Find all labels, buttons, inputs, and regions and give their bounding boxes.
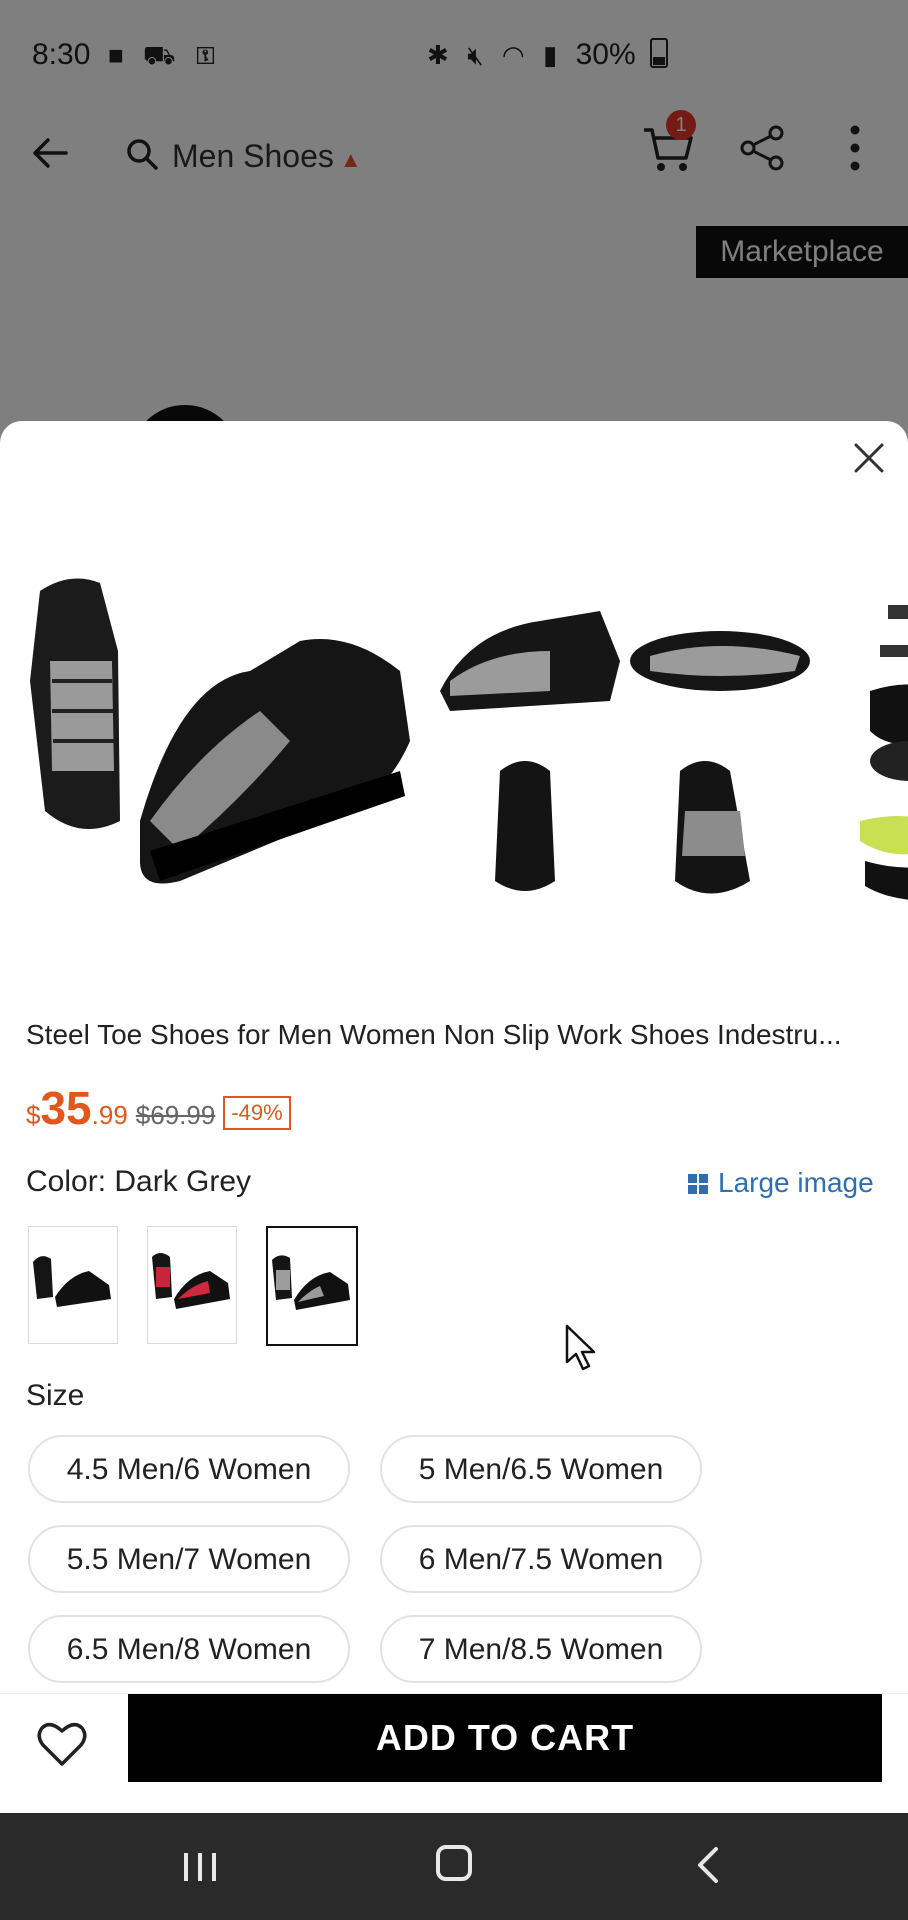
color-swatch-red[interactable] (147, 1226, 237, 1344)
swatch-image-dark-grey (272, 1255, 350, 1310)
size-option[interactable]: 7 Men/8.5 Women (380, 1615, 702, 1683)
nav-back-icon[interactable] (690, 1845, 726, 1885)
size-option[interactable]: 5.5 Men/7 Women (28, 1525, 350, 1593)
price-whole: 35 (40, 1082, 92, 1134)
mouse-cursor-icon (565, 1324, 596, 1371)
product-image-angles[interactable] (430, 521, 850, 941)
recent-apps-icon[interactable] (180, 1849, 220, 1885)
add-to-cart-button[interactable]: ADD TO CART (128, 1694, 882, 1782)
large-image-link[interactable]: Large image (688, 1167, 874, 1199)
size-option[interactable]: 5 Men/6.5 Women (380, 1435, 702, 1503)
product-image-features[interactable] (850, 521, 908, 941)
color-label: Color: Dark Grey (26, 1165, 252, 1198)
price-cents: .99 (91, 1100, 128, 1130)
swatch-image-black (33, 1256, 111, 1307)
color-swatch-black[interactable] (28, 1226, 118, 1344)
discount-badge: -49% (223, 1096, 291, 1130)
android-nav-bar (0, 1813, 908, 1920)
size-option[interactable]: 6.5 Men/8 Women (28, 1615, 350, 1683)
home-icon[interactable] (436, 1845, 472, 1881)
size-option[interactable]: 6 Men/7.5 Women (380, 1525, 702, 1593)
grid-icon (688, 1174, 708, 1194)
price-row: $35.99 $69.99 -49% (26, 1081, 291, 1141)
bottom-action-bar: ADD TO CART (0, 1693, 908, 1814)
large-image-label: Large image (718, 1167, 874, 1198)
size-label: Size (26, 1379, 85, 1412)
close-icon[interactable] (846, 435, 892, 481)
heart-icon[interactable] (34, 1716, 90, 1772)
product-title: Steel Toe Shoes for Men Women Non Slip W… (26, 1019, 842, 1050)
product-gallery[interactable] (0, 521, 908, 941)
price-currency: $ (26, 1100, 41, 1130)
product-image-main[interactable] (0, 521, 430, 941)
color-swatch-dark-grey[interactable] (266, 1226, 358, 1346)
swatch-image-red (152, 1253, 230, 1309)
product-options-sheet: Steel Toe Shoes for Men Women Non Slip W… (0, 421, 908, 1813)
size-option[interactable]: 4.5 Men/6 Women (28, 1435, 350, 1503)
original-price: $69.99 (135, 1100, 216, 1130)
